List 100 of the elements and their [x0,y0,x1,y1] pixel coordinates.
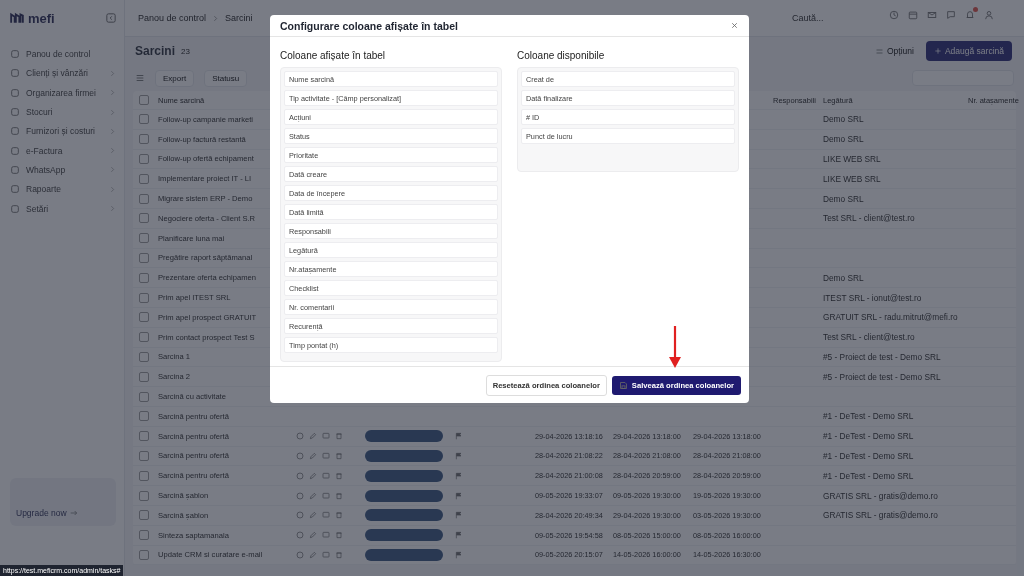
arrow-annotation [667,326,683,369]
checkbox[interactable] [139,470,149,481]
table-cell-text: LIKE WEB SRL [823,154,882,164]
checkbox[interactable] [139,252,149,263]
table-cell-text: #1 - DeTest - Demo SRL [823,450,915,461]
sidebar-item[interactable]: Clienți și vânzări [10,65,116,82]
checkbox[interactable] [139,332,149,343]
table-cell-text: #1 - DeTest - Demo SRL [823,431,915,442]
checkbox[interactable] [139,312,149,323]
status-pill[interactable] [365,548,443,561]
check-circle-icon [296,511,304,520]
trash-icon [335,550,343,559]
search-field[interactable]: Caută... [790,12,864,24]
check-circle-icon [296,550,304,559]
square-icon [10,68,20,79]
checkbox[interactable] [139,411,149,422]
checkbox[interactable] [139,510,149,521]
checkbox[interactable] [139,371,149,382]
square-icon [10,203,20,214]
sidebar-item[interactable]: e-Factura [10,142,116,159]
add-task-button[interactable]: Adaugă sarcină [925,41,1012,61]
status-pill[interactable] [365,509,443,522]
table-cell-text: Demo SRL [823,114,865,125]
status-pill[interactable] [365,529,443,542]
checkbox[interactable] [139,272,149,283]
table-cell-text: LIKE WEB SRL [823,173,882,184]
pencil-icon [309,471,317,480]
checkbox[interactable] [139,292,149,303]
breadcrumb-item: Sarcini [225,13,253,23]
check-circle-icon [296,432,304,441]
square-icon [10,49,20,60]
status-pill[interactable] [365,469,443,482]
status-pill[interactable] [365,489,443,502]
chevron-icon [212,14,220,22]
checkbox[interactable] [139,391,149,402]
checkbox[interactable] [139,549,149,560]
toolbar-button[interactable]: Statusu [204,69,248,87]
pencil-icon [309,491,317,500]
checkbox[interactable] [139,134,149,145]
collapse-icon[interactable] [106,13,116,23]
flag-icon [455,451,463,460]
dialog-title: Configurare coloane afișate în tabel [280,19,458,32]
table-cell-text: Demo SRL [823,134,865,145]
trash-icon [335,491,343,500]
table-cell-text: Demo SRL [823,272,865,283]
checkbox[interactable] [139,233,149,244]
calendar-icon [908,10,918,20]
table-cell-text: GRATUIT SRL - radu.mitrut@mefi.ro [823,312,959,323]
checkbox[interactable] [139,530,149,541]
logo-text: mefi [28,10,55,26]
section-heading: Coloane disponibile [517,50,606,61]
flag-icon [455,491,463,500]
comment-icon [322,511,330,520]
comment-icon [322,531,330,540]
breadcrumb-item[interactable]: Panou de control [138,13,207,23]
arrow-right-icon [69,509,78,517]
square-icon [10,164,20,175]
checkbox[interactable] [139,351,149,362]
comment-icon [322,451,330,460]
status-pill[interactable] [365,430,443,443]
checkbox[interactable] [139,95,149,105]
close-icon [730,21,739,30]
checkbox[interactable] [139,173,149,184]
comment-icon [322,550,330,559]
chat-icon [946,10,956,20]
sidebar-item[interactable]: Organizarea firmei [10,84,116,101]
flag-icon [455,432,463,441]
pencil-icon [309,511,317,520]
sidebar-item[interactable]: Setări [10,200,116,217]
close-button[interactable] [730,21,739,30]
sidebar-item[interactable]: Furnizori și costuri [10,123,116,140]
checkbox[interactable] [139,154,149,164]
checkbox[interactable] [139,193,149,204]
square-icon [10,126,20,137]
sidebar-item[interactable]: Panou de control [10,46,116,63]
pencil-icon [309,531,317,540]
square-icon [10,145,20,156]
section-heading: Coloane afișate în tabel [280,50,387,61]
checkbox[interactable] [139,213,149,224]
checkbox[interactable] [139,490,149,501]
status-pill[interactable] [365,449,443,462]
pencil-icon [309,432,317,441]
toolbar-button[interactable]: Export [155,69,195,87]
comment-icon [322,432,330,441]
table-cell-text: Demo SRL [823,193,865,204]
checkbox[interactable] [139,431,149,442]
upgrade-link[interactable]: Upgrade now [16,508,78,518]
check-circle-icon [296,531,304,540]
sidebar-item[interactable]: Stocuri [10,103,116,121]
sidebar-item[interactable]: Rapoarte [10,181,116,198]
clock-icon [889,10,899,20]
checkbox[interactable] [139,450,149,461]
checkbox[interactable] [139,114,149,125]
square-icon [10,107,20,118]
table-cell-text: #5 - Proiect de test - Demo SRL [823,351,942,362]
options-button[interactable]: Opțiuni [869,45,920,57]
task-count: 23 [181,46,190,56]
table-cell-text: GRATIS SRL - gratis@demo.ro [823,510,939,521]
sidebar-item[interactable]: WhatsApp [10,161,116,179]
trash-icon [335,451,343,460]
